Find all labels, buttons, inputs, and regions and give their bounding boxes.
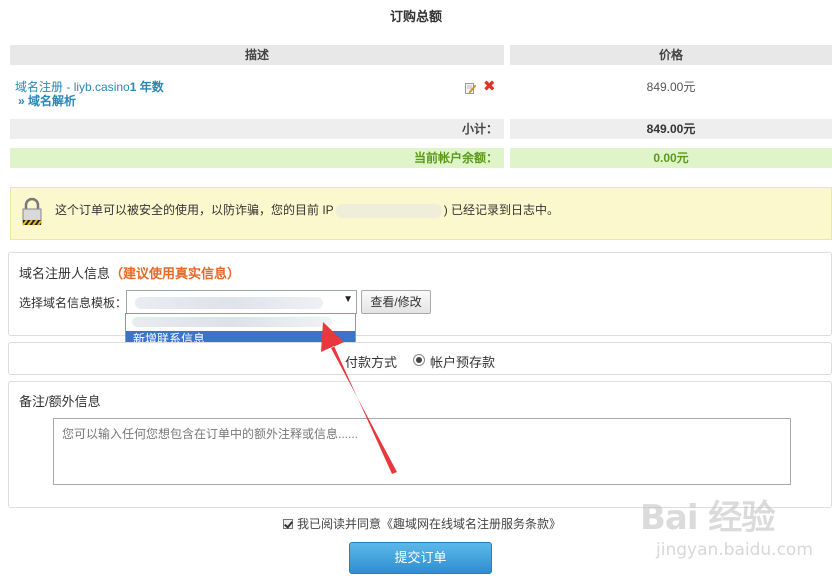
payment-radio[interactable]: [413, 354, 425, 366]
watermark-sub: jingyan.baidu.com: [656, 540, 813, 560]
template-label: 选择域名信息模板：: [19, 296, 128, 310]
payment-option-label[interactable]: 帐户预存款: [430, 352, 495, 371]
column-header-description: 描述: [10, 45, 504, 65]
item-addon-dns[interactable]: » 域名解析: [18, 92, 76, 109]
edit-icon[interactable]: [465, 82, 476, 94]
chevron-down-icon: ▼: [343, 294, 353, 305]
page-title: 订购总额: [389, 9, 442, 24]
delete-icon[interactable]: ✖: [483, 79, 496, 95]
balance-value: 0.00元: [510, 148, 832, 168]
registrant-title: 域名注册人信息（建议使用真实信息）: [19, 263, 240, 282]
registrant-hint: （建议使用真实信息）: [110, 266, 241, 281]
dropdown-option-redacted[interactable]: [126, 314, 355, 331]
subtotal-label: 小计：: [10, 119, 504, 139]
item-years: 1 年数: [129, 80, 164, 94]
view-edit-button[interactable]: 查看/修改: [361, 290, 431, 314]
notes-textarea[interactable]: 您可以输入任何您想包含在订单中的额外注释或信息......: [53, 418, 791, 485]
notice-text-after: ) 已经记录到日志中。: [443, 203, 560, 217]
order-item-row: 域名注册 - liyb.casino1 年数 » 域名解析 ✖ 849.00元: [10, 70, 832, 112]
agreement-checkbox[interactable]: [283, 519, 293, 529]
agreement-text: 我已阅读并同意: [297, 517, 382, 531]
security-notice-text: 这个订单可以被安全的使用，以防诈骗，您的目前 IP ) 已经记录到日志中。: [55, 201, 559, 218]
terms-link[interactable]: 《趣域网在线域名注册服务条款》: [381, 517, 561, 531]
payment-method-panel: 付款方式 帐户预存款: [8, 342, 832, 375]
registrant-title-text: 域名注册人信息: [19, 266, 111, 281]
redacted-option-text: [132, 317, 332, 327]
redacted-select-value: [135, 297, 323, 309]
column-header-price: 价格: [510, 45, 832, 65]
payment-label: 付款方式: [345, 355, 398, 370]
submit-order-button[interactable]: 提交订单: [349, 542, 492, 574]
template-select[interactable]: ▼: [126, 290, 357, 314]
notes-title: 备注/额外信息: [19, 394, 101, 409]
agreement-row: 我已阅读并同意《趣域网在线域名注册服务条款》: [283, 515, 561, 532]
item-price: 849.00元: [646, 80, 696, 94]
balance-label: 当前帐户余额：: [10, 148, 504, 168]
subtotal-value: 849.00元: [510, 119, 832, 139]
item-domain: liyb.casino: [73, 80, 130, 94]
watermark-main: Bai 经验: [640, 498, 775, 538]
security-notice: 这个订单可以被安全的使用，以防诈骗，您的目前 IP ) 已经记录到日志中。: [10, 187, 832, 240]
baidu-watermark: Bai 经验 jingyan.baidu.com: [638, 486, 832, 581]
notice-text-before: 这个订单可以被安全的使用，以防诈骗，您的目前 IP: [55, 203, 334, 217]
redacted-ip: [335, 203, 442, 218]
lock-icon: [22, 197, 42, 226]
